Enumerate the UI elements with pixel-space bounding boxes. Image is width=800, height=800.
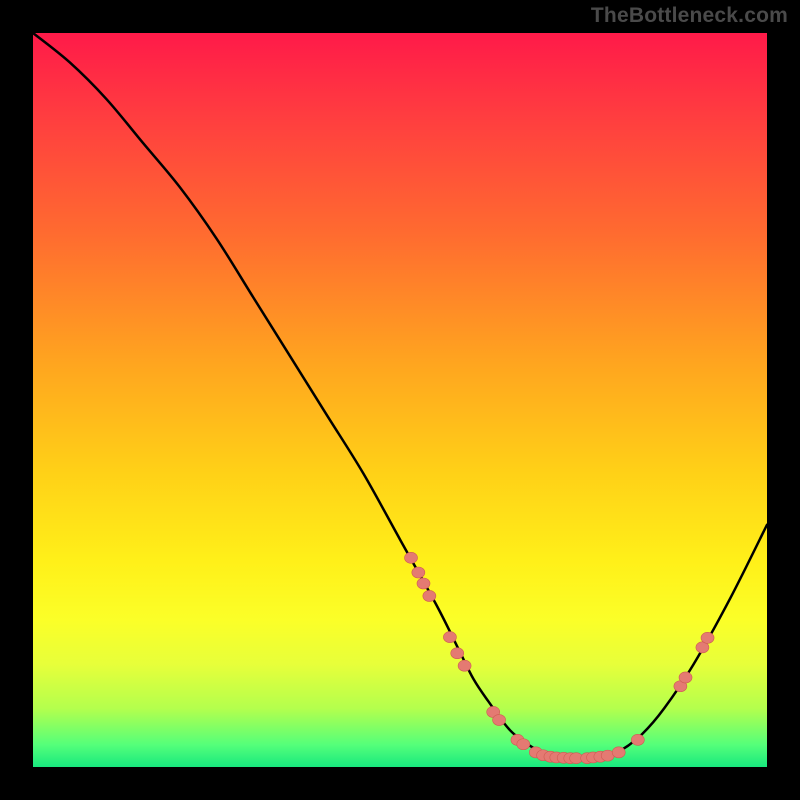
- chart-svg: [33, 33, 767, 767]
- watermark-text: TheBottleneck.com: [591, 4, 788, 28]
- data-marker: [412, 567, 425, 578]
- chart-frame: TheBottleneck.com: [0, 0, 800, 800]
- plot-area: [33, 33, 767, 767]
- data-marker: [701, 632, 714, 643]
- data-marker: [417, 578, 430, 589]
- data-marker: [679, 672, 692, 683]
- data-marker: [423, 590, 436, 601]
- curve-line: [33, 33, 767, 758]
- data-marker: [612, 747, 625, 758]
- marker-group: [405, 552, 715, 763]
- data-marker: [443, 632, 456, 643]
- data-marker: [631, 734, 644, 745]
- data-marker: [458, 660, 471, 671]
- data-marker: [517, 739, 530, 750]
- data-marker: [405, 552, 418, 563]
- data-marker: [493, 715, 506, 726]
- data-marker: [451, 648, 464, 659]
